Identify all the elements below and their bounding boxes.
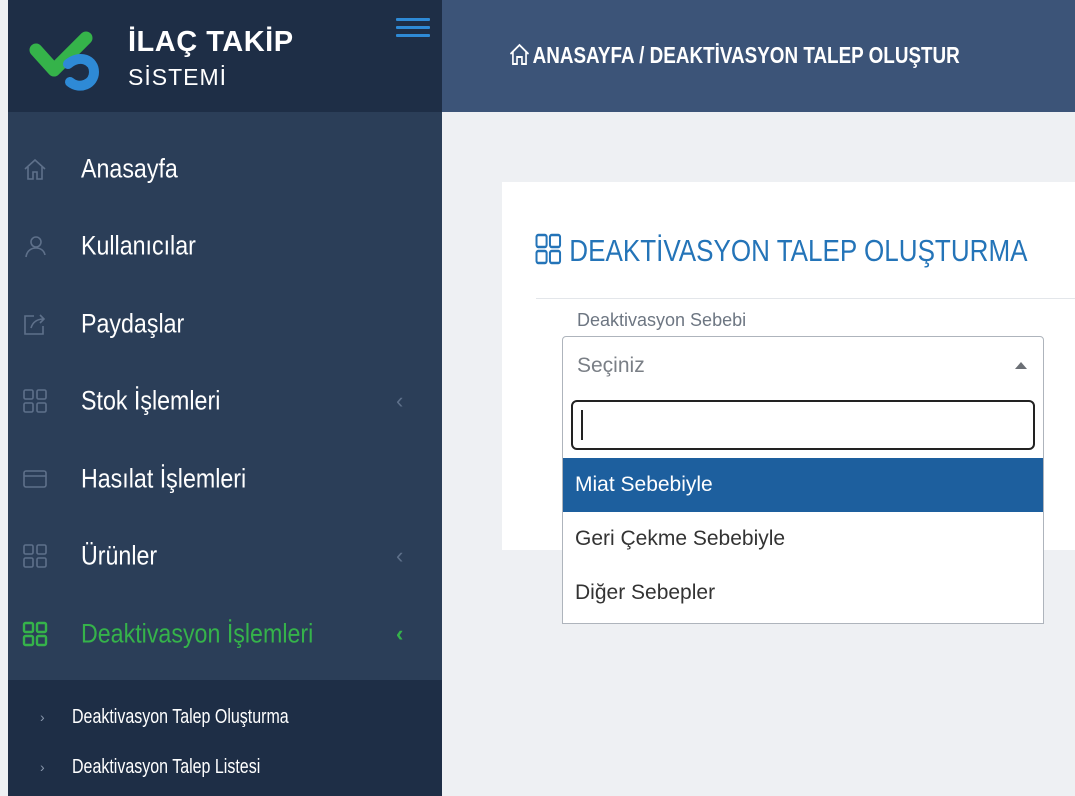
grid-icon (23, 544, 47, 569)
users-icon (25, 236, 46, 258)
chevron-left-icon: ‹ (396, 388, 404, 414)
sidebar-item-kullanicilar[interactable]: Kullanıcılar (8, 208, 442, 286)
page-title-text: DEAKTİVASYON TALEP OLUŞTURMA (569, 233, 1028, 268)
select-dropdown: Miat Sebebiyle Geri Çekme Sebebiyle Diğe… (562, 392, 1044, 624)
option-label: Diğer Sebepler (575, 581, 716, 604)
divider (536, 298, 1075, 299)
sidebar-nav: Anasayfa Kullanıcılar Paydaşlar Stok İşl… (8, 130, 442, 673)
sidebar-item-anasayfa[interactable]: Anasayfa (8, 130, 442, 208)
dropdown-search-input[interactable] (571, 400, 1035, 450)
breadcrumb-separator: / (633, 42, 650, 68)
option-label: Geri Çekme Sebebiyle (575, 527, 786, 550)
chevron-left-icon: ‹ (396, 543, 404, 569)
grid-icon (535, 233, 562, 265)
home-icon[interactable] (508, 42, 531, 66)
home-icon (24, 158, 46, 180)
option-label: Miat Sebebiyle (575, 473, 713, 496)
deaktivasyon-sebebi-label: Deaktivasyon Sebebi (577, 310, 747, 330)
sidebar-item-label: Kullanıcılar (81, 230, 196, 261)
bullet-icon: › (40, 709, 45, 725)
sidebar-item-deaktivasyon-islemleri[interactable]: Deaktivasyon İşlemleri ‹ (8, 595, 442, 673)
breadcrumb-current: DEAKTİVASYON TALEP OLUŞTUR (649, 42, 960, 68)
deaktivasyon-sebebi-select[interactable]: Seçiniz (562, 336, 1044, 393)
sidebar-subitem-label: Deaktivasyon Talep Listesi (72, 756, 261, 778)
sidebar-item-label: Hasılat İşlemleri (81, 463, 247, 494)
bullet-icon: › (40, 759, 45, 775)
header-bar: ANASAYFA / DEAKTİVASYON TALEP OLUŞTUR (442, 0, 1075, 112)
option-diger-sebepler[interactable]: Diğer Sebepler (563, 566, 1043, 620)
sidebar-subitem-talep-olusturma[interactable]: › Deaktivasyon Talep Oluşturma (8, 700, 442, 740)
menu-toggle-icon[interactable] (396, 18, 430, 40)
sidebar-item-hasilat-islemleri[interactable]: Hasılat İşlemleri (8, 440, 442, 518)
sidebar: İLAÇ TAKİP SİSTEMİ Anasayfa Kullanıcılar… (8, 0, 442, 796)
option-miat-sebebiyle[interactable]: Miat Sebebiyle (563, 458, 1043, 512)
select-value: Seçiniz (577, 354, 645, 377)
sidebar-item-label: Stok İşlemleri (81, 385, 221, 416)
sidebar-item-paydaslar[interactable]: Paydaşlar (8, 285, 442, 363)
chevron-left-icon: ‹ (396, 620, 404, 646)
sidebar-subitem-talep-listesi[interactable]: › Deaktivasyon Talep Listesi (8, 750, 442, 790)
breadcrumb-home-link[interactable]: ANASAYFA (533, 42, 634, 68)
sidebar-subnav: › Deaktivasyon Talep Oluşturma › Deaktiv… (8, 680, 442, 796)
breadcrumb: ANASAYFA / DEAKTİVASYON TALEP OLUŞTUR (508, 42, 960, 69)
share-icon (24, 314, 46, 335)
brand-bar: İLAÇ TAKİP SİSTEMİ (8, 0, 442, 112)
sidebar-item-stok-islemleri[interactable]: Stok İşlemleri ‹ (8, 363, 442, 441)
sidebar-subitem-label: Deaktivasyon Talep Oluşturma (72, 706, 289, 728)
card-icon (23, 469, 47, 488)
sidebar-item-urunler[interactable]: Ürünler ‹ (8, 518, 442, 596)
option-geri-cekme-sebebiyle[interactable]: Geri Çekme Sebebiyle (563, 512, 1043, 566)
grid-icon (23, 389, 47, 414)
logo-icon (29, 31, 100, 91)
brand-title: İLAÇ TAKİP (128, 26, 294, 58)
sidebar-item-label: Paydaşlar (81, 308, 185, 339)
sidebar-item-label: Deaktivasyon İşlemleri (81, 618, 314, 649)
caret-up-icon (1015, 362, 1027, 369)
sidebar-item-label: Anasayfa (81, 153, 178, 184)
grid-icon (22, 621, 48, 646)
brand-subtitle: SİSTEMİ (128, 64, 228, 90)
text-cursor (581, 410, 583, 440)
sidebar-item-label: Ürünler (81, 540, 158, 571)
page-title: DEAKTİVASYON TALEP OLUŞTURMA (534, 232, 1028, 269)
